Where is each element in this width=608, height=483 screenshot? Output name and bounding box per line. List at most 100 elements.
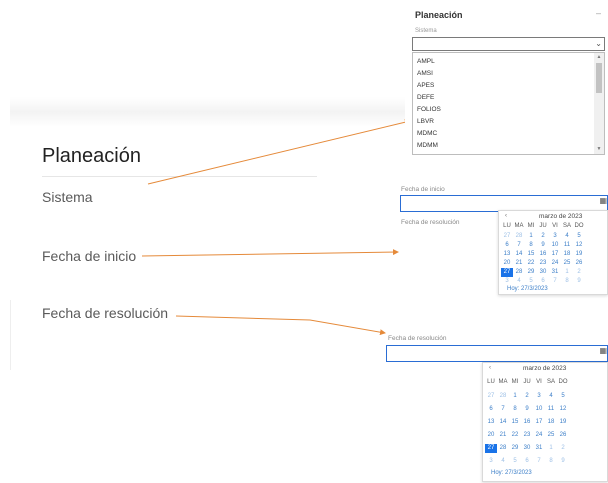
calendar-day[interactable]: 16 [521,418,533,427]
calendar-day[interactable]: 11 [561,241,573,250]
calendar-day[interactable]: 19 [573,250,585,259]
calendar-day[interactable]: 1 [545,444,557,453]
prev-month-icon[interactable]: ‹ [489,365,491,371]
calendar-day[interactable]: 7 [533,457,545,466]
calendar-day[interactable]: 26 [573,259,585,268]
calendar-day[interactable]: 3 [549,232,561,241]
calendar-icon[interactable]: ▦ [599,346,607,355]
calendar-day[interactable]: 17 [533,418,545,427]
calendar-day[interactable]: 22 [525,259,537,268]
calendar-day[interactable]: 10 [533,405,545,414]
calendar-day[interactable]: 6 [485,405,497,414]
calendar-day[interactable]: 27 [485,392,497,401]
calendar-day[interactable]: 20 [501,259,513,268]
calendar-day[interactable]: 2 [557,444,569,453]
calendar-day[interactable]: 5 [573,232,585,241]
calendar-day[interactable]: 28 [497,392,509,401]
calendar-day[interactable]: 3 [485,457,497,466]
calendar-day[interactable]: 24 [549,259,561,268]
option-item[interactable]: LBVR [417,118,434,125]
calendar-day[interactable]: 31 [549,268,561,277]
prev-month-icon[interactable]: ‹ [505,213,507,219]
calendar-day[interactable]: 5 [525,277,537,286]
calendar-day[interactable]: 11 [545,405,557,414]
calendar-day[interactable]: 8 [509,405,521,414]
option-item[interactable]: MDMC [417,130,437,137]
calendar-day[interactable]: 21 [513,259,525,268]
calendar-day[interactable]: 9 [521,405,533,414]
calendar-day[interactable]: 26 [557,431,569,440]
calendar-day[interactable]: 14 [497,418,509,427]
chevron-down-icon[interactable]: ⌄ [595,39,602,48]
calendar-day[interactable]: 21 [497,431,509,440]
calendar-day[interactable]: 23 [537,259,549,268]
calendar-day[interactable]: 17 [549,250,561,259]
calendar-day[interactable]: 1 [561,268,573,277]
calendar-day[interactable]: 27 [501,232,513,241]
calendar-day[interactable]: 4 [561,232,573,241]
calendar-day[interactable]: 3 [533,392,545,401]
fecha-resolucion-input[interactable]: ▦ [386,345,608,362]
calendar-day[interactable]: 13 [485,418,497,427]
calendar-day[interactable]: 5 [509,457,521,466]
calendar-day[interactable]: 16 [537,250,549,259]
calendar-day[interactable]: 2 [573,268,585,277]
calendar-day[interactable]: 3 [501,277,513,286]
scroll-up-icon[interactable]: ▲ [594,54,604,60]
calendar-day[interactable]: 24 [533,431,545,440]
calendar-day[interactable]: 6 [537,277,549,286]
list-scrollbar[interactable]: ▲ ▼ [594,53,604,154]
calendar-day[interactable]: 15 [509,418,521,427]
calendar-day[interactable]: 9 [573,277,585,286]
option-item[interactable]: APES [417,82,434,89]
calendar-day[interactable]: 10 [549,241,561,250]
calendar-day[interactable]: 4 [497,457,509,466]
calendar-day[interactable]: 28 [513,268,525,277]
calendar-day[interactable]: 8 [525,241,537,250]
calendar-day[interactable]: 29 [509,444,521,453]
sistema-options-list[interactable]: AMPL AMSI APES DEFE FOLIOS LBVR MDMC MDM… [412,52,605,155]
calendar-day[interactable]: 18 [561,250,573,259]
calendar-day[interactable]: 2 [521,392,533,401]
calendar-day[interactable]: 27 [501,268,513,277]
calendar-day[interactable]: 6 [501,241,513,250]
calendar-day[interactable]: 2 [537,232,549,241]
today-link[interactable]: Hoy: 27/3/2023 [491,470,532,476]
today-link[interactable]: Hoy: 27/3/2023 [507,286,548,292]
calendar-day[interactable]: 14 [513,250,525,259]
calendar-day[interactable]: 7 [497,405,509,414]
option-item[interactable]: AMSI [417,70,433,77]
sistema-select[interactable]: ⌄ [412,37,605,51]
calendar-day[interactable]: 7 [549,277,561,286]
calendar-day[interactable]: 25 [545,431,557,440]
calendar-day[interactable]: 12 [573,241,585,250]
calendar-day[interactable]: 25 [561,259,573,268]
calendar-day[interactable]: 23 [521,431,533,440]
calendar-day[interactable]: 30 [521,444,533,453]
calendar-day[interactable]: 9 [557,457,569,466]
calendar-day[interactable]: 19 [557,418,569,427]
calendar-day[interactable]: 28 [497,444,509,453]
calendar-icon[interactable]: ▦ [599,196,607,205]
calendar-day[interactable]: 1 [525,232,537,241]
calendar-day[interactable]: 9 [537,241,549,250]
option-item[interactable]: FOLIOS [417,106,441,113]
calendar-day[interactable]: 8 [561,277,573,286]
option-item[interactable]: DEFE [417,94,434,101]
calendar-day[interactable]: 18 [545,418,557,427]
calendar-day[interactable]: 6 [521,457,533,466]
calendar-day[interactable]: 8 [545,457,557,466]
calendar-day[interactable]: 4 [545,392,557,401]
month-label[interactable]: marzo de 2023 [523,365,566,372]
scroll-down-icon[interactable]: ▼ [594,146,604,152]
calendar-day[interactable]: 29 [525,268,537,277]
scrollbar-thumb[interactable] [596,63,602,93]
calendar-day[interactable]: 7 [513,241,525,250]
calendar-day[interactable]: 28 [513,232,525,241]
calendar-day[interactable]: 5 [557,392,569,401]
option-item[interactable]: MDMM [417,142,438,149]
calendar-day[interactable]: 22 [509,431,521,440]
calendar-day[interactable]: 30 [537,268,549,277]
calendar-day[interactable]: 20 [485,431,497,440]
calendar-day[interactable]: 4 [513,277,525,286]
